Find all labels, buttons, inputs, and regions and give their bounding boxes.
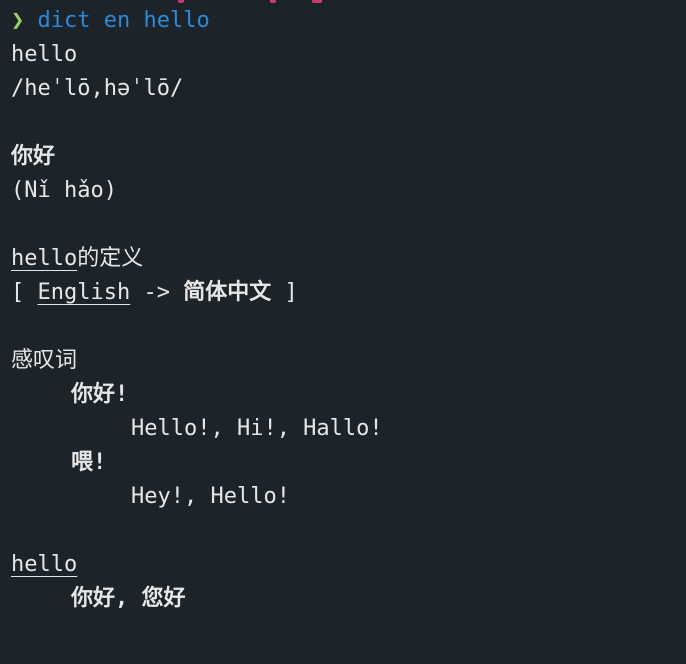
- translations-word: hello: [11, 552, 78, 577]
- direction-arrow: ->: [143, 280, 170, 305]
- definition-word: hello: [11, 246, 78, 271]
- entry-translation: 你好: [11, 144, 56, 169]
- sense-meaning: 你好!: [71, 382, 129, 407]
- translations-values: 你好, 您好: [71, 586, 186, 611]
- sense-examples: Hello!, Hi!, Hallo!: [131, 416, 383, 441]
- entry-word: hello: [11, 42, 78, 67]
- definition-title: hello的定义: [11, 242, 676, 276]
- prompt-line: ❯ dict en hello: [11, 4, 676, 38]
- part-of-speech: 感叹词: [11, 348, 78, 373]
- prompt-arrow-icon: ❯: [11, 8, 25, 33]
- definition-suffix: 的定义: [77, 246, 144, 271]
- target-language: 简体中文: [183, 280, 272, 305]
- sense-meaning: 喂!: [71, 450, 107, 475]
- previous-output-remnant: [0, 0, 686, 4]
- entry-phonetic: /heˈlō,həˈlō/: [11, 76, 184, 101]
- sense-examples: Hey!, Hello!: [131, 484, 290, 509]
- bracket-close: ]: [284, 280, 298, 305]
- language-direction: [ English -> 简体中文 ]: [11, 276, 676, 310]
- bracket-open: [: [11, 280, 25, 305]
- command-text: dict en hello: [37, 8, 210, 33]
- source-language: English: [37, 280, 131, 305]
- terminal-window[interactable]: ❯ dict en hello hello /heˈlō,həˈlō/ 你好 (…: [0, 0, 686, 664]
- translations-title: hello: [11, 548, 676, 582]
- entry-pinyin: (Nǐ hǎo): [11, 178, 117, 203]
